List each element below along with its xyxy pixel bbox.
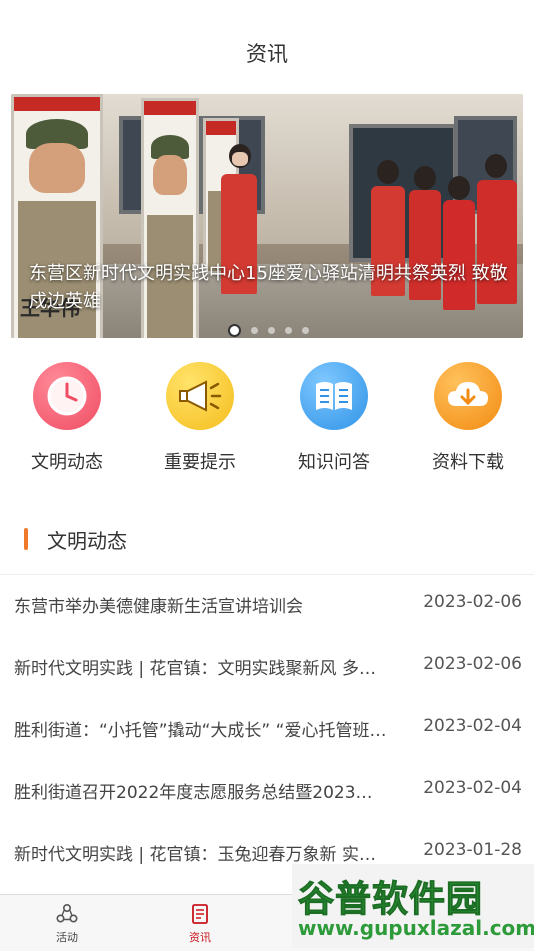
news-title: 胜利街道：“小托管”撬动“大成长” “爱心托管班… <box>14 721 387 741</box>
tab-label: 资讯 <box>189 931 211 944</box>
news-banner[interactable]: 王华伟 东营区新时代文明实践中心15座爱心驿站清明共祭英烈 致敬戍边英雄 <box>11 94 523 338</box>
header: 资讯 <box>0 0 534 90</box>
news-icon <box>189 903 211 925</box>
clock-icon <box>33 362 101 430</box>
news-title: 新时代文明实践 | 花官镇：文明实践聚新风 多… <box>14 659 376 679</box>
news-row[interactable]: 新时代文明实践 | 花官镇：文明实践聚新风 多… 2023-02-06 <box>0 636 534 698</box>
news-row[interactable]: 胜利街道召开2022年度志愿服务总结暨2023… 2023-02-04 <box>0 760 534 822</box>
quick-link-label: 文明动态 <box>31 452 103 473</box>
tab-label: 活动 <box>56 931 78 944</box>
news-date: 2023-01-28 <box>423 840 522 860</box>
quick-link-important-notice[interactable]: 重要提示 <box>140 362 260 474</box>
quick-link-label: 资料下载 <box>432 452 504 473</box>
tab-activity[interactable]: 活动 <box>32 901 102 945</box>
news-row[interactable]: 东营市举办美德健康新生活宣讲培训会 2023-02-06 <box>0 574 534 636</box>
quick-link-label: 重要提示 <box>164 452 236 473</box>
megaphone-icon <box>166 362 234 430</box>
quick-link-label: 知识问答 <box>298 452 370 473</box>
quick-link-downloads[interactable]: 资料下载 <box>408 362 528 474</box>
activity-icon <box>56 903 78 925</box>
news-date: 2023-02-04 <box>423 778 522 798</box>
news-date: 2023-02-06 <box>423 592 522 612</box>
tab-news[interactable]: 资讯 <box>165 901 235 945</box>
news-row[interactable]: 胜利街道：“小托管”撬动“大成长” “爱心托管班… 2023-02-04 <box>0 698 534 760</box>
book-icon <box>300 362 368 430</box>
banner-dot[interactable] <box>268 327 275 334</box>
banner-dot[interactable] <box>251 327 258 334</box>
section-title: 文明动态 <box>47 529 127 553</box>
banner-dot[interactable] <box>228 324 241 337</box>
watermark-url: www.gupuxlazal.com <box>298 916 534 940</box>
quick-link-knowledge-qa[interactable]: 知识问答 <box>274 362 394 474</box>
news-date: 2023-02-06 <box>423 654 522 674</box>
cloud-download-icon <box>434 362 502 430</box>
banner-dot[interactable] <box>302 327 309 334</box>
news-title: 东营市举办美德健康新生活宣讲培训会 <box>14 597 303 617</box>
quick-links: 文明动态 重要提示 知识问答 资料下载 <box>0 362 534 482</box>
section-accent-bar <box>24 528 28 550</box>
banner-pagination[interactable] <box>228 324 309 337</box>
site-watermark: 谷普软件园 www.gupuxlazal.com <box>292 864 534 948</box>
news-title: 胜利街道召开2022年度志愿服务总结暨2023… <box>14 783 373 803</box>
watermark-title: 谷普软件园 <box>297 879 484 921</box>
news-date: 2023-02-04 <box>423 716 522 736</box>
page-title: 资讯 <box>246 42 288 66</box>
quick-link-civilization-news[interactable]: 文明动态 <box>7 362 127 474</box>
section-header: 文明动态 <box>0 516 534 575</box>
banner-caption: 东营区新时代文明实践中心15座爱心驿站清明共祭英烈 致敬戍边英雄 <box>29 263 508 312</box>
news-title: 新时代文明实践 | 花官镇：玉兔迎春万象新 实… <box>14 845 376 865</box>
banner-dot[interactable] <box>285 327 292 334</box>
